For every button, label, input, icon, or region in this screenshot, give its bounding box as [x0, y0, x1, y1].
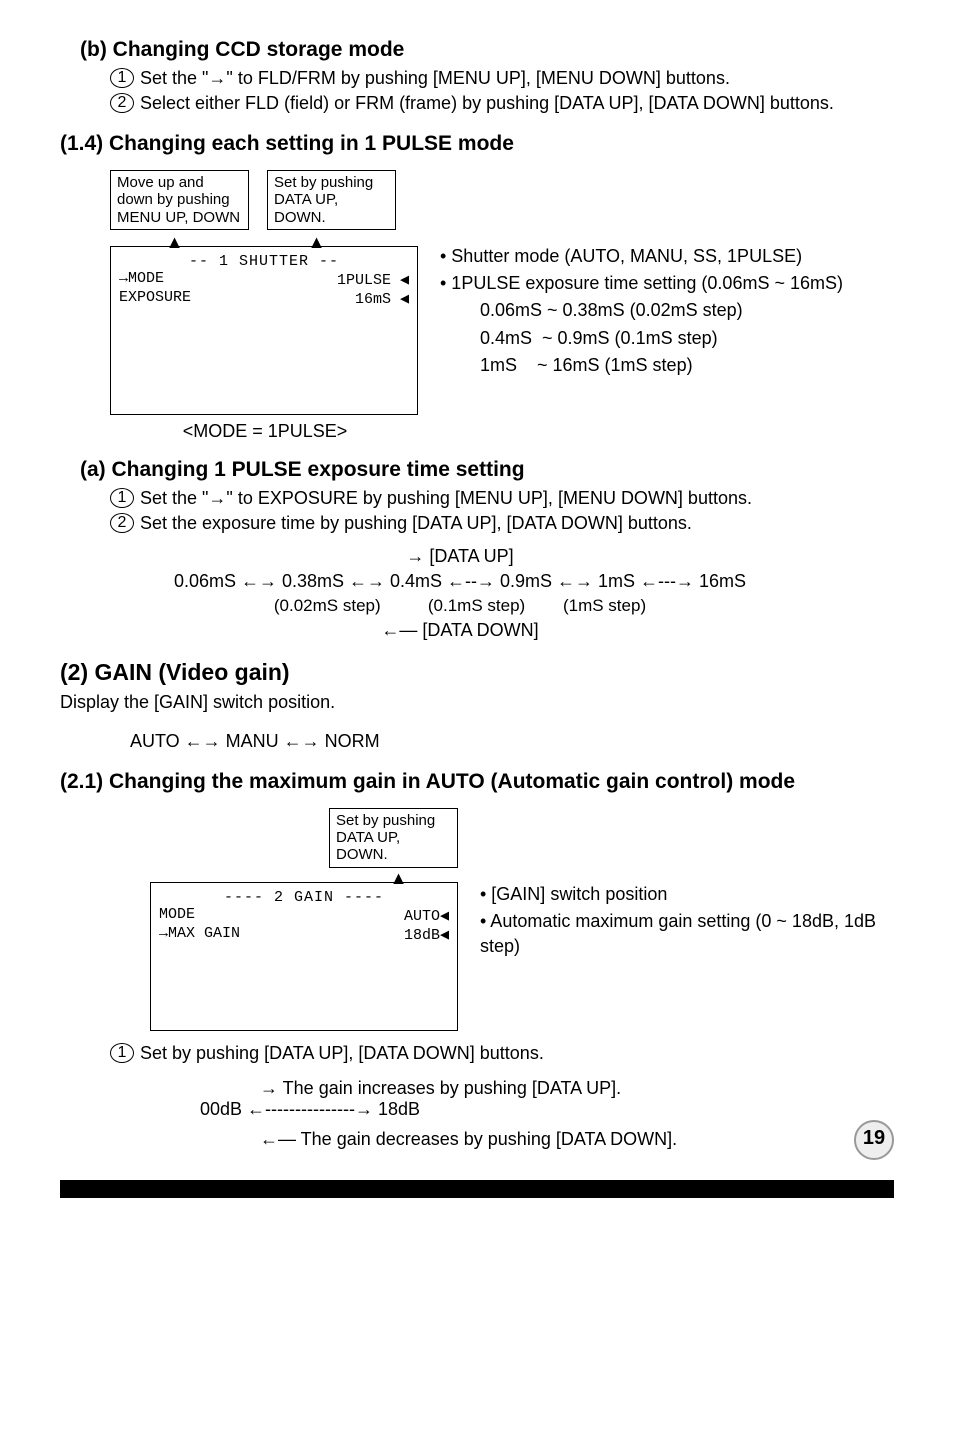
- annot-r3: 1mS ~ 16mS (1mS step): [480, 353, 843, 378]
- annot-r1: 0.06mS ~ 0.38mS (0.02mS step): [480, 298, 843, 323]
- diagram-1pulse: Move up and down by pushing MENU UP, DOW…: [110, 170, 894, 415]
- annot-a1: • Shutter mode (AUTO, MANU, SS, 1PULSE): [440, 244, 843, 269]
- osd-screen-shutter: -- 1 SHUTTER -- →MODE 1PULSE ◀ EXPOSURE …: [110, 246, 418, 415]
- heading-a: (a) Changing 1 PULSE exposure time setti…: [80, 458, 894, 482]
- gain-annot-a2: • Automatic maximum gain setting (0 ~ 18…: [480, 909, 894, 959]
- osd-row1-right: 1PULSE ◀: [337, 270, 409, 289]
- step-gain-1-text: Set by pushing [DATA UP], [DATA DOWN] bu…: [140, 1043, 544, 1064]
- num-2-icon: 2: [110, 93, 134, 113]
- step-a2: 2 Set the exposure time by pushing [DATA…: [110, 513, 894, 534]
- annot-right-1: • Shutter mode (AUTO, MANU, SS, 1PULSE) …: [440, 244, 843, 380]
- osd-gain-r1r: AUTO◀: [404, 906, 449, 925]
- osd-row1-left: →MODE: [119, 270, 164, 287]
- gain-modes: AUTO ←→ MANU ←→ NORM: [130, 731, 894, 752]
- heading-b: (b) Changing CCD storage mode: [80, 38, 894, 62]
- page-number-badge: 19: [854, 1120, 894, 1160]
- num-1-icon: 1: [110, 488, 134, 508]
- annot-a2: • 1PULSE exposure time setting (0.06mS ~…: [440, 271, 843, 296]
- data-down-label: ←— [DATA DOWN]: [160, 620, 760, 641]
- num-1-icon: 1: [110, 1043, 134, 1063]
- num-1-icon: 1: [110, 68, 134, 88]
- gain-annot-a1: • [GAIN] switch position: [480, 882, 894, 907]
- gain-range: 00dB ←---------------→ 18dB: [200, 1099, 894, 1120]
- caption-mode-1pulse: <MODE = 1PULSE>: [110, 421, 420, 442]
- osd-row2-left: EXPOSURE: [119, 289, 191, 306]
- gain-para: Display the [GAIN] switch position.: [60, 692, 894, 713]
- osd-row2-right: 16mS ◀: [355, 289, 409, 308]
- label-menu-updown: Move up and down by pushing MENU UP, DOW…: [110, 170, 249, 230]
- osd-title: -- 1 SHUTTER --: [119, 253, 409, 270]
- step-b2-text: Select either FLD (field) or FRM (frame)…: [140, 93, 834, 114]
- step-a1: 1 Set the "→" to EXPOSURE by pushing [ME…: [110, 488, 894, 509]
- exposure-steps: (0.02mS step) (0.1mS step) (1mS step): [160, 596, 760, 616]
- step-gain-1: 1 Set by pushing [DATA UP], [DATA DOWN] …: [110, 1043, 894, 1064]
- footer-bar: [60, 1180, 894, 1198]
- label-data-updown: Set by pushing DATA UP, DOWN.: [267, 170, 396, 230]
- osd-gain-title: ---- 2 GAIN ----: [159, 889, 449, 906]
- gain-up-label: → The gain increases by pushing [DATA UP…: [260, 1078, 894, 1099]
- osd-gain-r2l: →MAX GAIN: [159, 925, 240, 942]
- step-a1-text: Set the "→" to EXPOSURE by pushing [MENU…: [140, 488, 752, 509]
- osd-screen-gain: ---- 2 GAIN ---- MODE AUTO◀ →MAX GAIN 18…: [150, 882, 458, 1031]
- osd-gain-r1l: MODE: [159, 906, 195, 923]
- gain-range-diagram: → The gain increases by pushing [DATA UP…: [200, 1078, 894, 1160]
- exposure-range-diagram: → [DATA UP] 0.06mS ←→ 0.38mS ←→ 0.4mS ←-…: [160, 546, 760, 641]
- annot-right-gain: • [GAIN] switch position • Automatic max…: [480, 882, 894, 962]
- step-b1: 1 Set the "→" to FLD/FRM by pushing [MEN…: [110, 68, 894, 89]
- exposure-range: 0.06mS ←→ 0.38mS ←→ 0.4mS ←--→ 0.9mS ←→ …: [160, 571, 760, 592]
- label-data-updown-gain: Set by pushing DATA UP, DOWN.: [329, 808, 458, 868]
- step-b1-text: Set the "→" to FLD/FRM by pushing [MENU …: [140, 68, 730, 89]
- diagram-left: Move up and down by pushing MENU UP, DOW…: [110, 170, 418, 415]
- diagram-left-gain: Set by pushing DATA UP, DOWN. ▲ ---- 2 G…: [150, 808, 458, 1031]
- num-2-icon: 2: [110, 513, 134, 533]
- annot-r2: 0.4mS ~ 0.9mS (0.1mS step): [480, 326, 843, 351]
- step-b2: 2 Select either FLD (field) or FRM (fram…: [110, 93, 894, 114]
- heading-1-4: (1.4) Changing each setting in 1 PULSE m…: [60, 132, 894, 156]
- osd-gain-r2r: 18dB◀: [404, 925, 449, 944]
- diagram-gain: Set by pushing DATA UP, DOWN. ▲ ---- 2 G…: [150, 808, 894, 1031]
- heading-2-1: (2.1) Changing the maximum gain in AUTO …: [60, 770, 894, 794]
- data-up-label: → [DATA UP]: [160, 546, 760, 567]
- step-a2-text: Set the exposure time by pushing [DATA U…: [140, 513, 692, 534]
- gain-down-label: ←— The gain decreases by pushing [DATA D…: [260, 1129, 677, 1150]
- heading-2: (2) GAIN (Video gain): [60, 659, 894, 686]
